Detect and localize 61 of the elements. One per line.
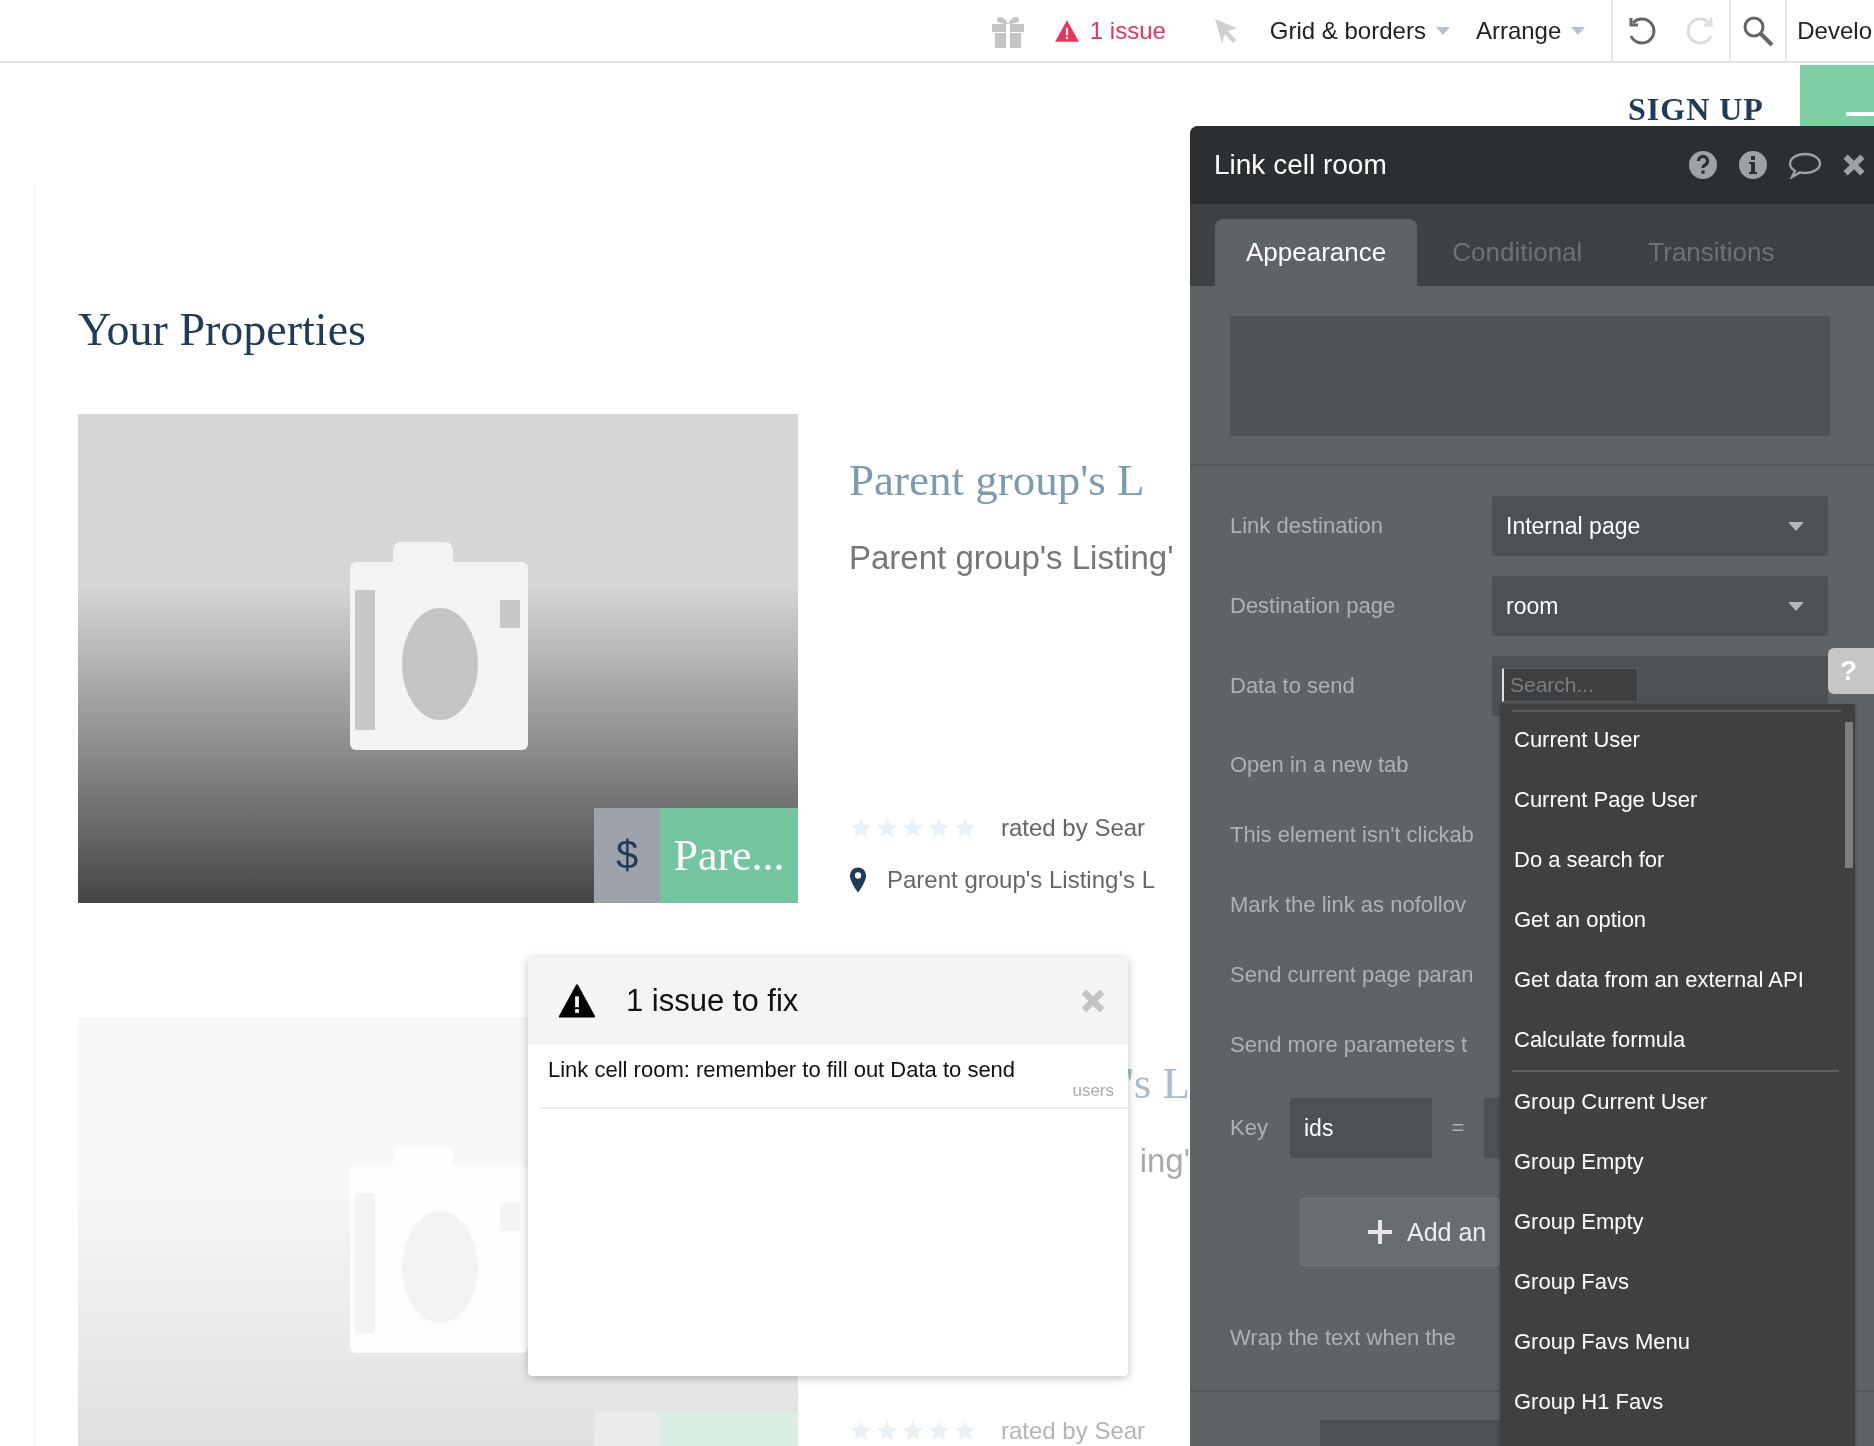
dropdown[interactable]: Internal page [1492, 496, 1828, 556]
issues-count: 1 issue [1089, 16, 1166, 45]
menu-dropdown[interactable]: Arrange [1475, 16, 1586, 45]
plus-icon [1367, 1219, 1393, 1245]
menu-button[interactable] [1800, 65, 1874, 126]
suggestion-item[interactable]: Group Empty [1500, 1192, 1855, 1252]
panel-title: Link cell room [1214, 149, 1388, 181]
caret-icon [1788, 521, 1804, 531]
issue-tag: users [1072, 1081, 1114, 1101]
develop-menu[interactable]: Develo [1797, 16, 1872, 45]
caret-icon [1571, 26, 1586, 35]
caret-icon [1788, 601, 1804, 611]
rated-by-text: rated by Sear [1001, 814, 1146, 842]
key-field[interactable]: ids [1290, 1098, 1432, 1158]
popup-title: 1 issue to fix [626, 983, 800, 1019]
field-label: Link destination [1230, 513, 1384, 539]
field-label: This element isn't clickab [1230, 822, 1475, 848]
field-label: Wrap the text when the [1230, 1325, 1457, 1351]
suggestion-item[interactable]: Do a search for [1500, 830, 1855, 890]
location-pin-icon [849, 867, 867, 893]
help-icon[interactable] [1688, 150, 1718, 180]
issue-message[interactable]: Link cell room: remember to fill out Data to send [548, 1057, 1114, 1083]
field-label: Destination page [1230, 593, 1397, 619]
field-label: Send more parameters t [1230, 1032, 1469, 1058]
suggestion-item[interactable]: Current User [1500, 710, 1855, 770]
suggestion-item[interactable]: Group Current User [1500, 1072, 1855, 1132]
field-label: Open in a new tab [1230, 752, 1410, 778]
price-label: Pare... [660, 808, 798, 903]
issues-button[interactable]: 1 issue [1053, 16, 1166, 45]
suggestion-item[interactable]: Get an option [1500, 890, 1855, 950]
sign-up-link[interactable]: SIGN UP [1628, 91, 1764, 128]
equals-sign: = [1450, 1115, 1466, 1141]
field-label: Send current page paran [1230, 962, 1475, 988]
add-parameter-button[interactable]: Add an [1300, 1198, 1500, 1266]
suggestion-item[interactable]: Calculate formula [1500, 1010, 1855, 1070]
close-icon[interactable] [1842, 153, 1866, 177]
tab[interactable]: Appearance [1215, 219, 1418, 286]
search-field[interactable]: Search... [1502, 668, 1638, 702]
page-heading: Your Properties [78, 303, 366, 357]
rated-by-text: rated by Sear [1001, 1417, 1146, 1445]
suggestion-item[interactable]: Current Page User [1500, 770, 1855, 830]
suggestion-item[interactable]: Group H1 Favs [1500, 1372, 1855, 1432]
field-label: Data to send [1230, 673, 1356, 699]
field-label: Key [1230, 1115, 1269, 1141]
caret-icon [1435, 26, 1450, 35]
listing-subtitle: Parent group's Listing' [849, 538, 1175, 578]
field-label: Mark the link as nofollov [1230, 892, 1467, 918]
listing-subtitle: ing' [1138, 1141, 1190, 1181]
menu-dropdown[interactable]: Grid & borders [1269, 16, 1450, 45]
value-field[interactable] [1484, 1098, 1500, 1158]
warning-icon [558, 984, 596, 1018]
info-icon[interactable] [1738, 150, 1768, 180]
price-symbol: $ [594, 808, 660, 903]
suggestion-item[interactable]: Group Empty [1500, 1132, 1855, 1192]
suggestion-item[interactable]: Group Favs [1500, 1252, 1855, 1312]
dropdown[interactable]: room [1492, 576, 1828, 636]
suggestion-item[interactable]: Group Favs Menu [1500, 1312, 1855, 1372]
scrollbar[interactable] [1845, 722, 1853, 868]
suggestion-item[interactable]: Get data from an external API [1500, 950, 1855, 1010]
listing-location: Parent group's Listing's L [887, 866, 1155, 894]
comment-icon[interactable] [1788, 151, 1822, 179]
